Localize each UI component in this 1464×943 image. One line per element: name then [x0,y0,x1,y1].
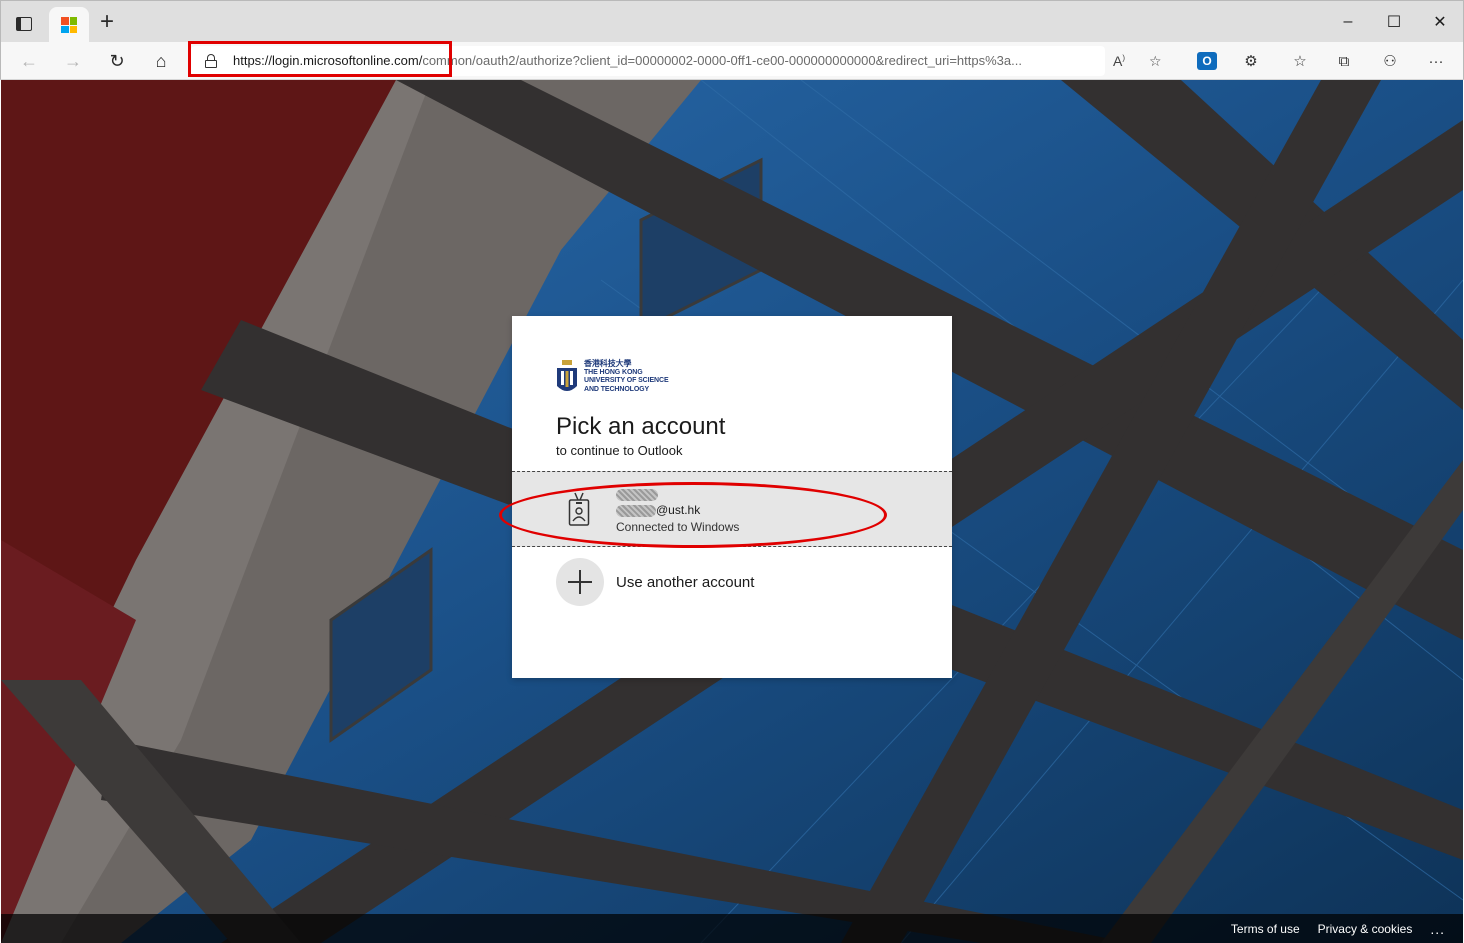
email-redaction [616,504,656,517]
logo-line-3: AND TECHNOLOGY [584,385,650,393]
account-name-redacted [616,486,739,501]
url-text[interactable]: https://login.microsoftonline.com/common… [233,53,1022,68]
page-title: Pick an account [556,413,726,440]
url-host: https://login.microsoftonline.com/ [233,53,423,68]
back-icon[interactable]: ← [15,47,43,75]
minimize-button[interactable]: – [1325,1,1371,43]
more-options-icon[interactable]: ... [1430,921,1445,937]
browser-tab[interactable] [49,7,89,43]
page-footer: Terms of use Privacy & cookies ... [1,914,1463,943]
url-rest: common/oauth2/authorize?client_id=000000… [422,53,1022,68]
address-bar[interactable]: https://login.microsoftonline.com/common… [191,46,1162,76]
home-icon[interactable]: ⌂ [147,47,175,75]
profile-icon[interactable]: ⚇ [1378,49,1402,73]
account-tile[interactable]: @ust.hk Connected to Windows [512,471,952,547]
privacy-cookies-link[interactable]: Privacy & cookies [1318,922,1413,936]
window-controls: – ☐ ✕ [1325,1,1463,43]
lock-icon[interactable] [205,54,217,68]
browser-title-bar: + – ☐ ✕ [0,0,1464,43]
hkust-logo: 香港科技大學 THE HONG KONG UNIVERSITY OF SCIEN… [556,359,669,396]
account-status: Connected to Windows [616,520,740,534]
refresh-icon[interactable]: ↻ [103,47,131,75]
work-account-icon [568,492,590,526]
favorites-icon[interactable]: ☆ [1288,49,1312,73]
use-another-account-button[interactable]: Use another account [512,548,952,616]
microsoft-logo-icon [61,17,77,33]
account-email: @ust.hk [616,503,739,517]
extensions-icon[interactable]: ⚙ [1239,49,1263,73]
account-email-suffix: @ust.hk [656,503,701,517]
close-button[interactable]: ✕ [1417,1,1463,43]
outlook-icon[interactable]: O [1197,52,1217,70]
logo-chinese-text: 香港科技大學 [584,359,632,368]
browser-toolbar: ← → ↻ ⌂ https://login.microsoftonline.co… [0,42,1464,80]
collections-icon[interactable]: ⧉ [1332,49,1356,73]
page-subtitle: to continue to Outlook [556,443,683,458]
tab-actions-icon[interactable] [11,11,37,37]
hkust-crest-icon [557,360,577,391]
logo-line-2: UNIVERSITY OF SCIENCE [584,377,669,384]
logo-line-1: THE HONG KONG [584,368,643,376]
more-icon[interactable]: ··· [1424,49,1448,73]
forward-icon[interactable]: → [59,47,87,75]
new-tab-button[interactable]: + [95,10,119,35]
favorite-add-icon[interactable]: ☆ [1149,53,1162,70]
use-another-account-label: Use another account [616,574,755,591]
terms-of-use-link[interactable]: Terms of use [1231,922,1300,936]
maximize-button[interactable]: ☐ [1371,1,1417,43]
account-picker-card: 香港科技大學 THE HONG KONG UNIVERSITY OF SCIEN… [512,316,952,678]
read-aloud-icon[interactable]: A) [1113,53,1125,69]
plus-icon [556,558,604,606]
